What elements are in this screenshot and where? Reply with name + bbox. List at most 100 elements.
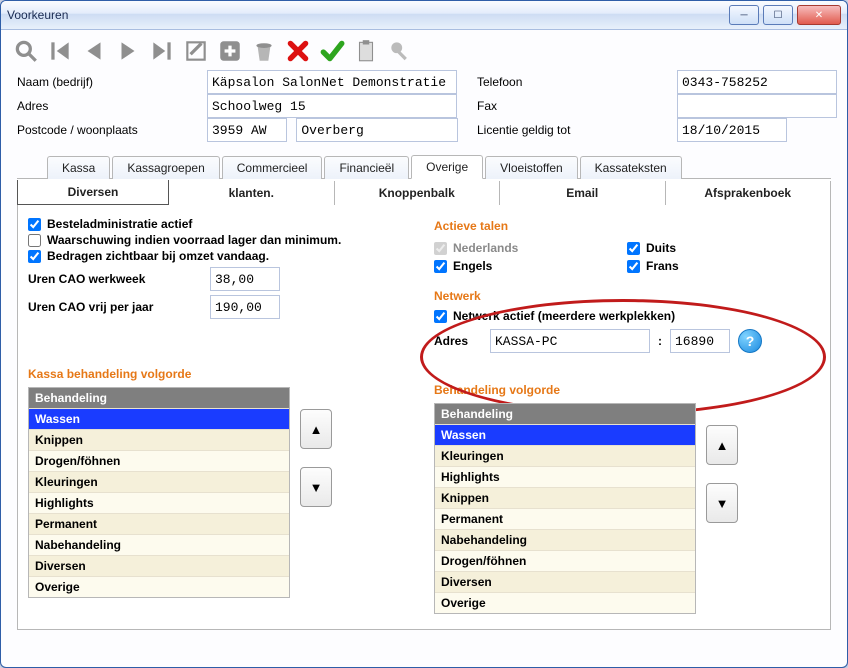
list-item[interactable]: Permanent xyxy=(29,513,289,534)
chk-en[interactable] xyxy=(434,260,447,273)
subtab-knoppenbalk[interactable]: Knoppenbalk xyxy=(335,181,501,205)
tab-overige[interactable]: Overige xyxy=(411,155,483,179)
chk-fr[interactable] xyxy=(627,260,640,273)
maximize-button[interactable]: ☐ xyxy=(763,5,793,25)
addr-label: Adres xyxy=(17,99,197,113)
next-icon[interactable] xyxy=(113,36,143,66)
window-title: Voorkeuren xyxy=(7,8,725,22)
list-item[interactable]: Knippen xyxy=(29,429,289,450)
move-down-button-b[interactable]: ▼ xyxy=(706,483,738,523)
tab-kassagroepen[interactable]: Kassagroepen xyxy=(112,156,219,179)
list-item[interactable]: Nabehandeling xyxy=(29,534,289,555)
licence-input[interactable] xyxy=(677,118,787,142)
prev-icon[interactable] xyxy=(79,36,109,66)
list-item[interactable]: Diversen xyxy=(29,555,289,576)
chk-bestel[interactable] xyxy=(28,218,41,231)
subtab-diversen[interactable]: Diversen xyxy=(17,180,169,205)
subtab-klanten[interactable]: klanten. xyxy=(169,181,335,205)
clipboard-icon[interactable] xyxy=(351,36,381,66)
kassa-volgorde-title: Kassa behandeling volgorde xyxy=(28,367,414,381)
first-icon[interactable] xyxy=(45,36,75,66)
network-title: Netwerk xyxy=(434,289,820,303)
uren-jaar-input[interactable] xyxy=(210,295,280,319)
list-item[interactable]: Drogen/föhnen xyxy=(435,550,695,571)
edit-icon[interactable] xyxy=(181,36,211,66)
phone-input[interactable] xyxy=(677,70,837,94)
name-label: Naam (bedrijf) xyxy=(17,75,197,89)
postal-input[interactable] xyxy=(207,118,287,142)
fax-label: Fax xyxy=(477,99,667,113)
phone-label: Telefoon xyxy=(477,75,667,89)
net-addr-label: Adres xyxy=(434,334,482,348)
list-item[interactable]: Diversen xyxy=(435,571,695,592)
behandeling-volgorde-title: Behandeling volgorde xyxy=(434,383,820,397)
chk-network[interactable] xyxy=(434,310,447,323)
city-input[interactable] xyxy=(296,118,458,142)
postal-label: Postcode / woonplaats xyxy=(17,123,197,137)
move-down-button[interactable]: ▼ xyxy=(300,467,332,507)
lbl-waarschuwing: Waarschuwing indien voorraad lager dan m… xyxy=(47,233,341,247)
tab-vloeistoffen[interactable]: Vloeistoffen xyxy=(485,156,578,179)
net-addr-input[interactable] xyxy=(490,329,650,353)
uren-jaar-label: Uren CAO vrij per jaar xyxy=(28,300,198,314)
kassa-volgorde-list[interactable]: Behandeling Wassen Knippen Drogen/föhnen… xyxy=(28,387,290,598)
list-item[interactable]: Wassen xyxy=(435,424,695,445)
chk-bedragen[interactable] xyxy=(28,250,41,263)
toolbar xyxy=(1,30,847,66)
net-port-input[interactable] xyxy=(670,329,730,353)
list-item[interactable]: Overige xyxy=(435,592,695,613)
subtab-email[interactable]: Email xyxy=(500,181,666,205)
list-item[interactable]: Kleuringen xyxy=(435,445,695,466)
minimize-button[interactable]: ─ xyxy=(729,5,759,25)
lbl-fr: Frans xyxy=(646,259,679,273)
trash-icon[interactable] xyxy=(249,36,279,66)
tab-kassateksten[interactable]: Kassateksten xyxy=(580,156,682,179)
list-item[interactable]: Highlights xyxy=(435,466,695,487)
search-icon[interactable] xyxy=(11,36,41,66)
uren-week-label: Uren CAO werkweek xyxy=(28,272,198,286)
behandeling-list-header: Behandeling xyxy=(435,404,695,424)
lock-icon[interactable] xyxy=(385,36,415,66)
list-item[interactable]: Highlights xyxy=(29,492,289,513)
kassa-list-header: Behandeling xyxy=(29,388,289,408)
chk-de[interactable] xyxy=(627,242,640,255)
help-icon[interactable]: ? xyxy=(738,329,762,353)
cancel-icon[interactable] xyxy=(283,36,313,66)
list-item[interactable]: Kleuringen xyxy=(29,471,289,492)
lbl-network: Netwerk actief (meerdere werkplekken) xyxy=(453,309,675,323)
list-item[interactable]: Overige xyxy=(29,576,289,597)
list-item[interactable]: Wassen xyxy=(29,408,289,429)
last-icon[interactable] xyxy=(147,36,177,66)
fax-input[interactable] xyxy=(677,94,837,118)
list-item[interactable]: Drogen/föhnen xyxy=(29,450,289,471)
lbl-nl: Nederlands xyxy=(453,241,518,255)
lbl-de: Duits xyxy=(646,241,676,255)
move-up-button-b[interactable]: ▲ xyxy=(706,425,738,465)
tab-kassa[interactable]: Kassa xyxy=(47,156,110,179)
list-item[interactable]: Permanent xyxy=(435,508,695,529)
new-icon[interactable] xyxy=(215,36,245,66)
chk-waarschuwing[interactable] xyxy=(28,234,41,247)
lbl-bestel: Besteladministratie actief xyxy=(47,217,192,231)
list-item[interactable]: Nabehandeling xyxy=(435,529,695,550)
net-sep: : xyxy=(658,334,662,348)
subtab-afsprakenboek[interactable]: Afsprakenboek xyxy=(666,181,832,205)
lbl-en: Engels xyxy=(453,259,492,273)
list-item[interactable]: Knippen xyxy=(435,487,695,508)
tab-financieel[interactable]: Financieël xyxy=(324,156,409,179)
move-up-button[interactable]: ▲ xyxy=(300,409,332,449)
tab-commercieel[interactable]: Commercieel xyxy=(222,156,323,179)
chk-nl xyxy=(434,242,447,255)
behandeling-volgorde-list[interactable]: Behandeling Wassen Kleuringen Highlights… xyxy=(434,403,696,614)
company-name-input[interactable] xyxy=(207,70,457,94)
titlebar: Voorkeuren ─ ☐ ✕ xyxy=(1,1,847,30)
sub-tabs: Diversen klanten. Knoppenbalk Email Afsp… xyxy=(17,178,831,205)
addr-input[interactable] xyxy=(207,94,457,118)
main-tabs: Kassa Kassagroepen Commercieel Financieë… xyxy=(17,154,831,179)
languages-title: Actieve talen xyxy=(434,219,820,233)
licence-label: Licentie geldig tot xyxy=(477,123,667,137)
uren-week-input[interactable] xyxy=(210,267,280,291)
close-button[interactable]: ✕ xyxy=(797,5,841,25)
lbl-bedragen: Bedragen zichtbaar bij omzet vandaag. xyxy=(47,249,269,263)
confirm-icon[interactable] xyxy=(317,36,347,66)
